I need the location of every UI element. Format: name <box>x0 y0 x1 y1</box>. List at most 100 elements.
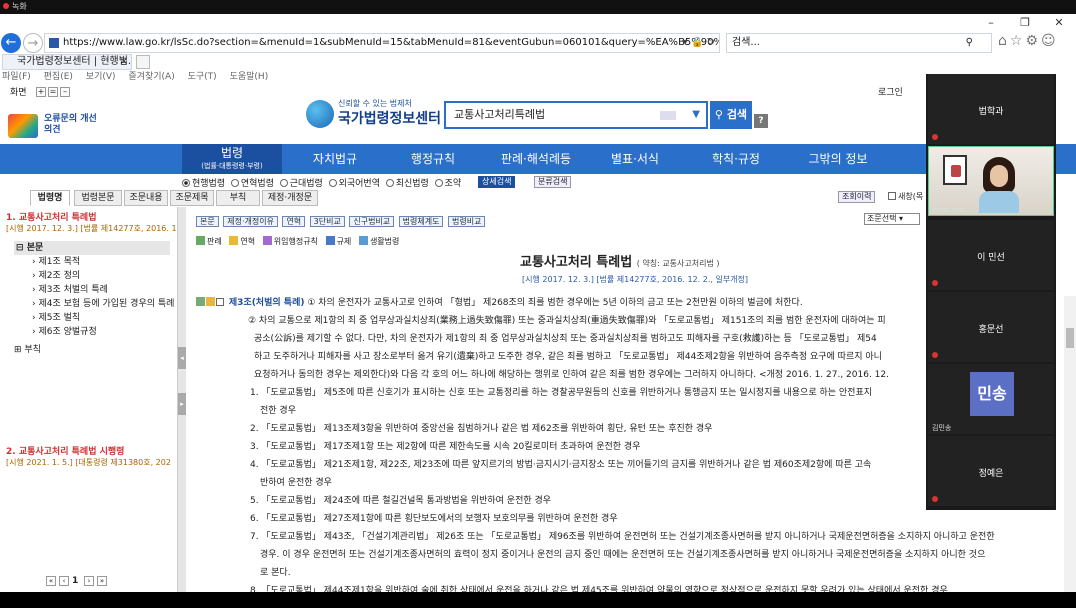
close-window-button[interactable]: ✕ <box>1044 16 1074 30</box>
speaker-video <box>979 157 1019 213</box>
tree-item[interactable]: › 제3조 처벌의 특례 <box>14 283 174 297</box>
radio-treaty[interactable]: 조약 <box>434 179 461 189</box>
subtab-law-name[interactable]: 법령명 <box>30 190 70 206</box>
participant-camera-tile[interactable]: Jieun Lee <box>928 146 1054 216</box>
tool-3way-button[interactable]: 3단비교 <box>309 216 345 227</box>
tree-addenda-header[interactable]: ⊞ 부칙 <box>14 343 174 357</box>
nav-laws[interactable]: 법령 (법률·대통령령·부령) <box>182 144 282 174</box>
class-search-button[interactable]: 분류검색 <box>534 176 572 188</box>
nav-other-info[interactable]: 그밖의 정보 <box>800 144 876 174</box>
subtab-law-body[interactable]: 법령본문 <box>74 190 122 206</box>
help-button[interactable]: ? <box>754 114 768 128</box>
tool-system-button[interactable]: 법령체계도 <box>398 216 444 227</box>
tree-item[interactable]: › 제6조 양벌규정 <box>14 325 174 339</box>
tree-item[interactable]: › 제5조 벌칙 <box>14 311 174 325</box>
tree-item-label: 제5조 벌칙 <box>38 313 81 323</box>
subtab-addenda[interactable]: 부칙 <box>216 190 260 206</box>
tool-history-button[interactable]: 연혁 <box>282 216 306 227</box>
browser-search-input[interactable]: 검색... ⚲ <box>726 33 992 53</box>
close-tab-icon[interactable]: × <box>120 55 128 69</box>
browser-tab[interactable]: 국가법령정보센터 | 현행법... × <box>2 54 132 70</box>
tool-compare-button[interactable]: 법령비교 <box>447 216 486 227</box>
site-logo[interactable]: 신뢰할 수 있는 법제처 국가법령정보센터 <box>306 98 441 130</box>
keyboard-icon[interactable] <box>660 111 676 120</box>
participant-tile[interactable]: 정예은 <box>928 436 1054 506</box>
tree-item[interactable]: › 제1조 목적 <box>14 255 174 269</box>
content-scrollbar[interactable] <box>1064 296 1076 592</box>
menu-help[interactable]: 도움말(H) <box>230 72 269 82</box>
scroll-thumb[interactable] <box>1066 328 1074 348</box>
zoom-reset-button[interactable]: = <box>48 87 58 97</box>
radio-current[interactable]: 현행법령 <box>182 179 225 189</box>
last-page-button[interactable]: » <box>97 576 107 586</box>
article-checkbox[interactable] <box>216 298 224 306</box>
first-page-button[interactable]: « <box>46 576 56 586</box>
search-dropdown-icon[interactable]: ▼ <box>692 103 700 127</box>
participant-tile[interactable]: 법학과 <box>928 74 1054 144</box>
result-law-2[interactable]: 2. 교통사고처리 특례법 시행령 <box>6 444 124 457</box>
forward-button[interactable]: → <box>23 33 43 53</box>
tool-reason-button[interactable]: 제정·개정이유 <box>223 216 278 227</box>
menu-tools[interactable]: 도구(T) <box>188 72 217 82</box>
new-tab-button[interactable] <box>136 55 150 69</box>
nav-school-rules[interactable]: 학칙·규정 <box>700 144 772 174</box>
maximize-button[interactable]: ❐ <box>1010 16 1040 30</box>
participant-tile[interactable]: 이 민선 <box>928 220 1054 290</box>
article-select[interactable]: 조문선택 ▾ <box>864 213 920 225</box>
back-button[interactable]: ← <box>1 33 21 53</box>
recording-bar: 녹화 <box>0 0 1076 14</box>
radio-history-label: 연혁법령 <box>240 179 274 189</box>
browser-tool-icons[interactable]: ⌂☆⚙☺ <box>998 33 1059 49</box>
prev-page-button[interactable]: ‹ <box>59 576 69 586</box>
radio-latest[interactable]: 최신법령 <box>385 179 429 189</box>
participant-tile[interactable]: 민송 김민송 <box>928 364 1054 434</box>
nav-precedents[interactable]: 판례·해석례등 <box>494 144 578 174</box>
url-field[interactable]: https://www.law.go.kr/lsSc.do?section=&m… <box>44 33 720 53</box>
law-title-text: 교통사고처리 특례법 <box>520 255 633 270</box>
subtab-article-content[interactable]: 조문내용 <box>124 190 168 206</box>
panel-splitter[interactable]: ◂ ▸ <box>178 207 186 592</box>
detail-search-button[interactable]: 상세검색 <box>478 176 516 188</box>
collapse-left-icon[interactable]: ◂ <box>178 347 186 369</box>
url-controls[interactable]: ▾ 🔒 ↻ <box>683 34 715 52</box>
radio-off-icon <box>328 179 337 187</box>
history-icon <box>229 236 239 245</box>
search-icon[interactable]: ⚲ <box>966 34 973 52</box>
zoom-in-button[interactable]: + <box>36 87 46 97</box>
tool-body-button[interactable]: 본문 <box>196 216 219 227</box>
result-law-1-meta: [시행 2017. 12. 3.] [법률 제14277호, 2016. 1 <box>6 224 177 233</box>
new-window-checkbox[interactable]: 새창(목 <box>888 191 923 202</box>
article-tree: ⊟ 본문 › 제1조 목적 › 제2조 정의 › 제3조 처벌의 특례 › 제4… <box>14 241 174 357</box>
tool-oldnew-button[interactable]: 신구법비교 <box>349 216 395 227</box>
law-search-button[interactable]: ⚲ 검색 <box>710 101 752 129</box>
participant-name: 법학과 <box>978 107 1004 117</box>
tree-item[interactable]: › 제4조 보험 등에 가입된 경우의 특례 <box>14 297 174 311</box>
radio-modern[interactable]: 근대법령 <box>279 179 323 189</box>
nav-local-laws[interactable]: 자치법규 <box>300 144 370 174</box>
precedent-badge-icon[interactable] <box>196 297 205 306</box>
law-search-input[interactable]: 교통사고처리특례법 ▼ <box>444 101 708 129</box>
subtab-article-title[interactable]: 조문제목 <box>170 190 214 206</box>
login-link[interactable]: 로그인 <box>878 84 903 102</box>
expand-right-icon[interactable]: ▸ <box>178 393 186 415</box>
article-line: ① 차의 운전자가 교통사고로 인하여 「형법」 제268조의 죄를 범한 경우… <box>307 298 803 308</box>
menu-edit[interactable]: 편집(E) <box>44 72 73 82</box>
menu-favorites[interactable]: 즐겨찾기(A) <box>128 72 174 82</box>
history-badge-icon[interactable] <box>206 297 215 306</box>
menu-file[interactable]: 파일(F) <box>2 72 31 82</box>
view-history-button[interactable]: 조회이력 <box>838 191 876 203</box>
result-law-1[interactable]: 1. 교통사고처리 특례법 <box>6 210 96 223</box>
tree-item[interactable]: › 제2조 정의 <box>14 269 174 283</box>
nav-admin-rules[interactable]: 행정규칙 <box>398 144 468 174</box>
menu-view[interactable]: 보기(V) <box>86 72 116 82</box>
subtab-amendment[interactable]: 제정·개정문 <box>262 190 318 206</box>
radio-foreign[interactable]: 외국어번역 <box>328 179 380 189</box>
tree-body-header[interactable]: ⊟ 본문 <box>14 241 170 255</box>
feedback-logo[interactable]: 오류문의 개선의견 <box>8 112 98 140</box>
radio-history[interactable]: 연혁법령 <box>230 179 274 189</box>
zoom-out-button[interactable]: – <box>60 87 70 97</box>
next-page-button[interactable]: › <box>84 576 94 586</box>
nav-tables-forms[interactable]: 별표·서식 <box>600 144 670 174</box>
participant-tile[interactable]: 홍문선 <box>928 292 1054 362</box>
minimize-button[interactable]: – <box>976 16 1006 30</box>
